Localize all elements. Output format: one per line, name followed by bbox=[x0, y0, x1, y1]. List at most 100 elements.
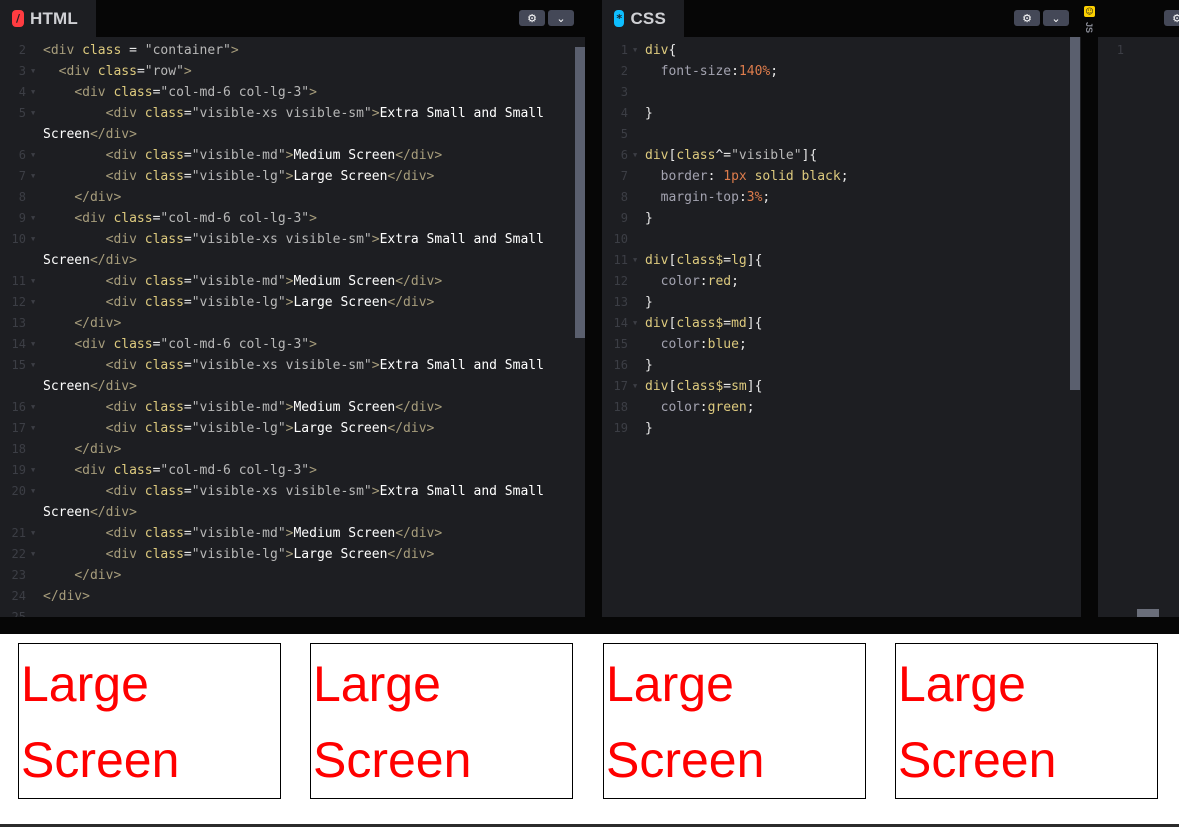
fold-arrow-icon[interactable]: ▼ bbox=[633, 250, 637, 271]
fold-arrow-icon[interactable]: ▼ bbox=[31, 292, 35, 313]
code-line[interactable]: 1 ▼ div{ bbox=[602, 40, 1081, 61]
code-line[interactable]: 13 </div> bbox=[0, 313, 585, 334]
code-line[interactable]: 8 margin-top:3%; bbox=[602, 187, 1081, 208]
fold-arrow-icon[interactable]: ▼ bbox=[31, 166, 35, 187]
code-line[interactable]: 4 ▼ <div class="col-md-6 col-lg-3"> bbox=[0, 82, 585, 103]
fold-arrow-icon[interactable]: ▼ bbox=[31, 82, 35, 103]
line-number: 14 bbox=[11, 337, 26, 351]
fold-arrow-icon[interactable]: ▼ bbox=[31, 208, 35, 229]
css-code-editor[interactable]: 1 ▼ div{2 font-size:140%; 3 4} 5 6 ▼ div[class^=… bbox=[602, 37, 1081, 617]
code-line[interactable]: 20 ▼ <div class="visible-xs visible-sm">E… bbox=[0, 481, 585, 502]
js-horizontal-scrollbar[interactable] bbox=[1137, 609, 1159, 617]
fold-arrow-icon[interactable]: ▼ bbox=[31, 397, 35, 418]
code-line[interactable]: 18 </div> bbox=[0, 439, 585, 460]
fold-arrow-icon[interactable]: ▼ bbox=[31, 334, 35, 355]
code-line[interactable]: 1 bbox=[1098, 40, 1179, 61]
code-line[interactable]: 18 color:green; bbox=[602, 397, 1081, 418]
js-code-editor[interactable]: 1 bbox=[1098, 37, 1179, 617]
code-line[interactable]: 3 bbox=[602, 82, 1081, 103]
code-text: } bbox=[645, 106, 653, 121]
code-line[interactable]: 9} bbox=[602, 208, 1081, 229]
code-line[interactable]: 9 ▼ <div class="col-md-6 col-lg-3"> bbox=[0, 208, 585, 229]
fold-arrow-icon[interactable]: ▼ bbox=[633, 313, 637, 334]
html-settings-button[interactable]: ⚙ bbox=[519, 10, 545, 26]
code-line[interactable]: Screen</div> bbox=[0, 250, 585, 271]
code-line[interactable]: 17 ▼ div[class$=sm]{ bbox=[602, 376, 1081, 397]
code-line[interactable]: 6 ▼ div[class^="visible"]{ bbox=[602, 145, 1081, 166]
js-collapsed-tab[interactable]: ☺ JS bbox=[1082, 0, 1098, 617]
code-line[interactable]: 3 ▼ <div class="row"> bbox=[0, 61, 585, 82]
code-line[interactable]: 13} bbox=[602, 292, 1081, 313]
code-line[interactable]: 25 bbox=[0, 607, 585, 617]
code-line[interactable]: 14 ▼ <div class="col-md-6 col-lg-3"> bbox=[0, 334, 585, 355]
code-line[interactable]: 11 ▼ <div class="visible-md">Medium Scree… bbox=[0, 271, 585, 292]
fold-arrow-icon[interactable]: ▼ bbox=[633, 40, 637, 61]
code-line[interactable]: Screen</div> bbox=[0, 502, 585, 523]
js-settings-button[interactable]: ⚙ bbox=[1164, 10, 1179, 26]
code-line[interactable]: 19} bbox=[602, 418, 1081, 439]
html-tab[interactable]: / HTML bbox=[0, 0, 96, 37]
code-line[interactable]: 10 ▼ <div class="visible-xs visible-sm">E… bbox=[0, 229, 585, 250]
fold-arrow-icon[interactable]: ▼ bbox=[31, 523, 35, 544]
line-number: 6 bbox=[620, 148, 628, 162]
code-line[interactable]: 12 color:red; bbox=[602, 271, 1081, 292]
code-line[interactable]: 15 ▼ <div class="visible-xs visible-sm">E… bbox=[0, 355, 585, 376]
gear-icon: ⚙ bbox=[1022, 11, 1032, 25]
large-screen-text: Large Screen bbox=[21, 656, 180, 788]
code-line[interactable]: 2 <div class = "container"> bbox=[0, 40, 585, 61]
code-line[interactable]: 19 ▼ <div class="col-md-6 col-lg-3"> bbox=[0, 460, 585, 481]
line-number: 17 bbox=[11, 421, 26, 435]
code-line[interactable]: 16} bbox=[602, 355, 1081, 376]
code-text: <div class="col-md-6 col-lg-3"> bbox=[74, 85, 317, 100]
html-editor-scrollbar[interactable] bbox=[575, 47, 585, 338]
code-line[interactable]: 21 ▼ <div class="visible-md">Medium Scree… bbox=[0, 523, 585, 544]
code-text: <div class="visible-xs visible-sm">Extra… bbox=[105, 232, 544, 247]
line-number: 1 bbox=[620, 43, 628, 57]
fold-arrow-icon[interactable]: ▼ bbox=[31, 103, 35, 124]
css-collapse-button[interactable]: ⌄ bbox=[1043, 10, 1069, 26]
fold-arrow-icon[interactable]: ▼ bbox=[31, 61, 35, 82]
line-number: 7 bbox=[18, 169, 26, 183]
code-line[interactable]: 5 bbox=[602, 124, 1081, 145]
code-line[interactable]: 14 ▼ div[class$=md]{ bbox=[602, 313, 1081, 334]
code-line[interactable]: 22 ▼ <div class="visible-lg">Large Screen… bbox=[0, 544, 585, 565]
fold-arrow-icon[interactable]: ▼ bbox=[31, 544, 35, 565]
code-line[interactable]: 7 ▼ <div class="visible-lg">Large Screen<… bbox=[0, 166, 585, 187]
visible-lg-box: Large Screen bbox=[310, 643, 573, 799]
fold-arrow-icon[interactable]: ▼ bbox=[31, 355, 35, 376]
code-line[interactable]: 2 font-size:140%; bbox=[602, 61, 1081, 82]
fold-arrow-icon[interactable]: ▼ bbox=[633, 145, 637, 166]
code-line[interactable]: 15 color:blue; bbox=[602, 334, 1081, 355]
html-pane-header: / HTML ⚙ ⌄ bbox=[0, 0, 585, 37]
code-line[interactable]: Screen</div> bbox=[0, 124, 585, 145]
fold-arrow-icon[interactable]: ▼ bbox=[31, 418, 35, 439]
css-tab[interactable]: * CSS bbox=[602, 0, 684, 37]
code-line[interactable]: 7 border: 1px solid black; bbox=[602, 166, 1081, 187]
code-line[interactable]: Screen</div> bbox=[0, 376, 585, 397]
code-line[interactable]: 23 </div> bbox=[0, 565, 585, 586]
code-line[interactable]: 12 ▼ <div class="visible-lg">Large Screen… bbox=[0, 292, 585, 313]
code-text: } bbox=[645, 421, 653, 436]
fold-arrow-icon[interactable]: ▼ bbox=[31, 145, 35, 166]
fold-arrow-icon[interactable]: ▼ bbox=[31, 481, 35, 502]
code-line[interactable]: 4} bbox=[602, 103, 1081, 124]
code-line[interactable]: 6 ▼ <div class="visible-md">Medium Screen… bbox=[0, 145, 585, 166]
code-line[interactable]: 16 ▼ <div class="visible-md">Medium Scree… bbox=[0, 397, 585, 418]
html-collapse-button[interactable]: ⌄ bbox=[548, 10, 574, 26]
css-editor-scrollbar[interactable] bbox=[1070, 37, 1080, 390]
editor-preview-resize-bar[interactable] bbox=[0, 617, 1179, 634]
fold-arrow-icon[interactable]: ▼ bbox=[31, 271, 35, 292]
code-line[interactable]: 8 </div> bbox=[0, 187, 585, 208]
code-line[interactable]: 24 </div> bbox=[0, 586, 585, 607]
css-settings-button[interactable]: ⚙ bbox=[1014, 10, 1040, 26]
code-line[interactable]: 10 bbox=[602, 229, 1081, 250]
line-number: 18 bbox=[11, 442, 26, 456]
fold-arrow-icon[interactable]: ▼ bbox=[31, 229, 35, 250]
fold-arrow-icon[interactable]: ▼ bbox=[633, 376, 637, 397]
line-number: 4 bbox=[620, 106, 628, 120]
code-line[interactable]: 5 ▼ <div class="visible-xs visible-sm">Ex… bbox=[0, 103, 585, 124]
html-code-editor[interactable]: 2 <div class = "container"> 3 ▼ <div class=… bbox=[0, 37, 585, 617]
code-line[interactable]: 17 ▼ <div class="visible-lg">Large Screen… bbox=[0, 418, 585, 439]
fold-arrow-icon[interactable]: ▼ bbox=[31, 460, 35, 481]
code-line[interactable]: 11 ▼ div[class$=lg]{ bbox=[602, 250, 1081, 271]
